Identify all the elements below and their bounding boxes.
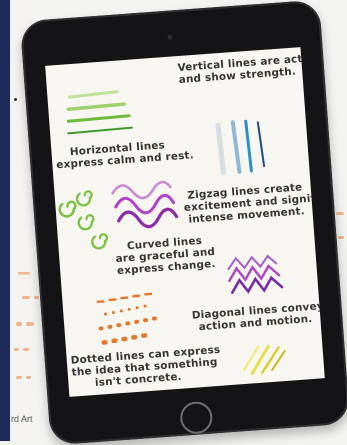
left-edge-bar (0, 0, 10, 441)
spiral-illustration (58, 190, 108, 250)
curved-lines-caption: Curved lines are graceful and express ch… (114, 234, 216, 277)
vertical-lines-illustration (215, 119, 266, 176)
zigzag-lines-illustration (227, 254, 284, 295)
corner-caption: rd Art (11, 414, 33, 424)
left-dot-rows (14, 272, 39, 379)
dotted-lines-illustration (96, 292, 157, 345)
tablet-screen: Vertical lines are active and show stren… (45, 47, 325, 397)
side-dot (14, 98, 17, 101)
diagonal-lines-illustration (242, 344, 286, 375)
tablet-device: Vertical lines are active and show stren… (19, 0, 347, 445)
curved-lines-illustration (111, 180, 179, 229)
right-dot-rows (336, 212, 344, 239)
horizontal-lines-illustration (66, 90, 133, 135)
